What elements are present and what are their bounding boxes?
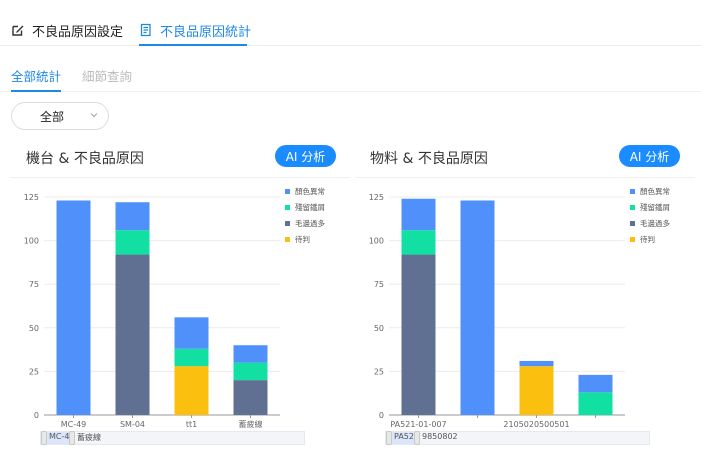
- machine-chart-title: 機台 & 不良品原因: [26, 151, 144, 167]
- x-tick-label: MC-49: [61, 420, 87, 429]
- y-tick-label: 25: [29, 367, 39, 376]
- legend-swatch: [630, 237, 635, 242]
- bar-segment: [174, 366, 209, 415]
- bar-segment: [115, 202, 150, 231]
- bar-segment: [174, 348, 209, 367]
- bar-segment: [578, 392, 613, 415]
- bar-segment: [174, 317, 209, 349]
- x-tick-label: 蓄疲線: [239, 419, 263, 429]
- bar-segment: [233, 345, 268, 363]
- y-tick-label: 50: [374, 324, 384, 333]
- legend-label: 顏色異常: [640, 186, 670, 196]
- filter-select[interactable]: 全部: [11, 102, 109, 130]
- active-subtab-indicator: [11, 90, 61, 92]
- legend-swatch: [630, 205, 635, 210]
- legend-label: 待判: [640, 234, 655, 244]
- bar-segment: [56, 200, 91, 415]
- legend-swatch: [285, 205, 290, 210]
- machine-defect-chart: 0 25 50 75 100 125 MC-49 SM-04 tt1 蓄疲線 顏色異常殘留鐵屑毛邊過…: [24, 186, 326, 429]
- machine-zoom-slider[interactable]: MC-4 蓄疲線: [40, 431, 305, 445]
- x-tick-label: SM-04: [120, 420, 145, 429]
- filter-select-value: 全部: [40, 109, 65, 124]
- legend-label: 殘留鐵屑: [295, 202, 325, 212]
- legend-swatch: [285, 221, 290, 226]
- legend-label: 毛邊過多: [295, 218, 325, 228]
- slider-left-label: PA52: [394, 432, 414, 441]
- bar-segment: [401, 230, 436, 255]
- y-tick-label: 50: [29, 324, 39, 333]
- chevron-down-icon: [90, 113, 98, 118]
- x-tick-label: PA521-01-007: [390, 420, 446, 429]
- edit-icon: [12, 25, 24, 36]
- bar-segment: [233, 362, 268, 381]
- bar-segment: [519, 366, 554, 415]
- slider-left-label: MC-4: [49, 432, 70, 441]
- tab-defect-reason-settings[interactable]: 不良品原因設定: [11, 19, 123, 41]
- panel-divider: [355, 177, 695, 178]
- slider-right-label: 9850802: [422, 432, 458, 441]
- legend-swatch: [285, 237, 290, 242]
- y-tick-label: 100: [369, 237, 384, 246]
- legend-swatch: [285, 189, 290, 194]
- document-icon: [140, 23, 151, 37]
- bar-segment: [460, 200, 495, 415]
- y-tick-label: 125: [24, 193, 39, 202]
- tab-defect-reason-statistics[interactable]: 不良品原因統計: [139, 19, 251, 41]
- top-tab-bar: 不良品原因設定 不良品原因統計: [0, 0, 701, 46]
- x-tick-label: 2105020500501: [503, 420, 569, 429]
- y-tick-label: 75: [29, 280, 39, 289]
- material-defect-chart: 0 25 50 75 100 125 PA521-01-007 2105020500501 顏色…: [369, 186, 671, 429]
- bar-segment: [578, 374, 613, 393]
- slider-handle[interactable]: [414, 431, 420, 445]
- material-ai-analysis-button[interactable]: AI 分析: [619, 145, 680, 167]
- legend-swatch: [630, 189, 635, 194]
- y-tick-label: 0: [34, 411, 39, 420]
- y-tick-label: 0: [379, 411, 384, 420]
- bar-segment: [401, 254, 436, 415]
- x-tick-label: tt1: [186, 420, 197, 429]
- legend-label: 待判: [295, 234, 310, 244]
- legend-label: 殘留鐵屑: [640, 202, 670, 212]
- panel-divider: [10, 177, 350, 178]
- legend-label: 顏色異常: [295, 186, 325, 196]
- y-tick-label: 75: [374, 280, 384, 289]
- tab-all-statistics[interactable]: 全部統計: [11, 66, 61, 85]
- material-chart-title: 物料 & 不良品原因: [370, 151, 488, 167]
- legend-label: 毛邊過多: [640, 218, 670, 228]
- bar-segment: [401, 198, 436, 231]
- tab-label: 不良品原因設定: [32, 24, 124, 40]
- bar-segment: [233, 380, 268, 415]
- y-tick-label: 100: [24, 237, 39, 246]
- active-tab-indicator: [139, 44, 247, 46]
- y-tick-label: 125: [369, 193, 384, 202]
- legend-swatch: [630, 221, 635, 226]
- tab-label: 不良品原因統計: [160, 24, 252, 40]
- material-zoom-slider[interactable]: PA52 9850802: [385, 431, 650, 445]
- bar-segment: [115, 254, 150, 415]
- sub-tab-bar: 全部統計 細節查詢: [0, 54, 701, 92]
- slider-handle[interactable]: [69, 431, 75, 445]
- bar-segment: [115, 230, 150, 255]
- y-tick-label: 25: [374, 367, 384, 376]
- tab-detail-query[interactable]: 細節查詢: [82, 66, 132, 85]
- bar-segment: [519, 360, 554, 367]
- slider-right-label: 蓄疲線: [77, 433, 101, 442]
- machine-ai-analysis-button[interactable]: AI 分析: [275, 145, 336, 167]
